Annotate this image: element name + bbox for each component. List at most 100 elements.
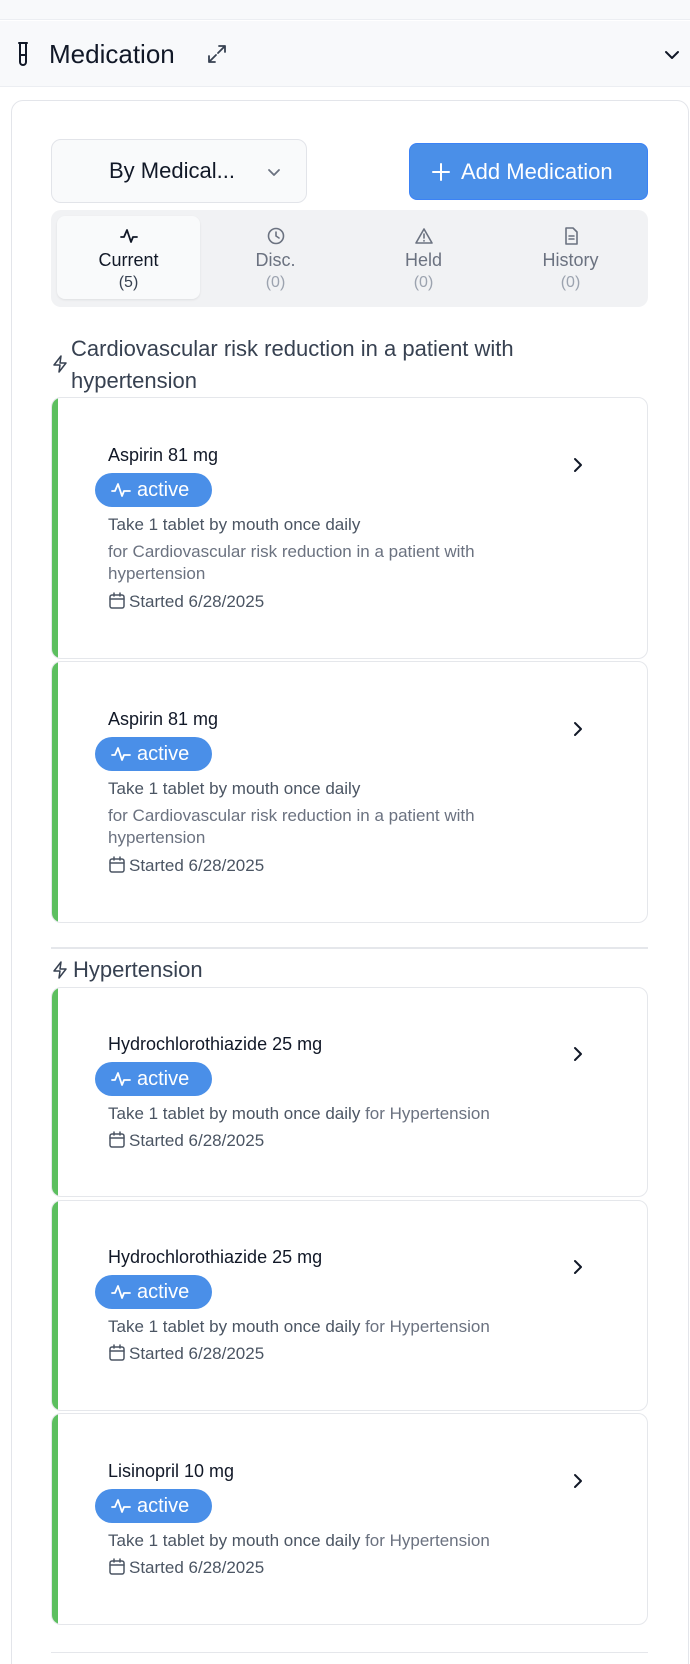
group-title-line: Cardiovascular risk reduction in a patie… bbox=[71, 336, 514, 361]
instruction: Take 1 tablet by mouth once daily for Hy… bbox=[108, 1316, 490, 1338]
tab-label: History bbox=[542, 250, 599, 270]
tab-discontinued[interactable]: Disc. (0) bbox=[204, 216, 347, 299]
group-heading: Cardiovascular risk reduction in a patie… bbox=[51, 333, 648, 399]
status-bar bbox=[52, 988, 58, 1196]
status-text: active bbox=[137, 1281, 190, 1303]
medication-name: Hydrochlorothiazide 25 mg bbox=[108, 1034, 323, 1054]
reason-line: hypertension bbox=[108, 828, 206, 847]
status-bar bbox=[52, 398, 58, 658]
bolt-icon bbox=[53, 961, 67, 979]
group-heading: Hypertension bbox=[51, 954, 648, 986]
group-by-label: By Medical... bbox=[109, 158, 235, 183]
section-title: Medication bbox=[49, 39, 175, 69]
status-bar bbox=[52, 662, 58, 922]
chevron-right-icon[interactable] bbox=[570, 456, 586, 474]
status-text: active bbox=[137, 479, 190, 501]
start-date: Started 6/28/2025 bbox=[108, 1557, 264, 1579]
tab-label: Held bbox=[404, 250, 443, 270]
tab-count: (5) bbox=[118, 274, 139, 291]
tab-count: (0) bbox=[413, 274, 434, 291]
reason-inline: for Hypertension bbox=[365, 1317, 490, 1336]
start-date-text: Started 6/28/2025 bbox=[129, 1131, 265, 1150]
chevron-right-icon[interactable] bbox=[570, 1045, 586, 1063]
medication-card[interactable]: Aspirin 81 mg active Take 1 tablet by mo… bbox=[51, 661, 648, 923]
medication-card[interactable]: Hydrochlorothiazide 25 mg active Take 1 … bbox=[51, 987, 648, 1197]
medication-card[interactable]: Lisinopril 10 mg active Take 1 tablet by… bbox=[51, 1413, 648, 1625]
medication-card[interactable]: Hydrochlorothiazide 25 mg active Take 1 … bbox=[51, 1200, 648, 1411]
section-header[interactable]: Medication bbox=[0, 21, 690, 87]
reason-inline: for Hypertension bbox=[365, 1104, 490, 1123]
status-text: active bbox=[137, 1495, 190, 1517]
status-badge: active bbox=[95, 1275, 212, 1309]
start-date-text: Started 6/28/2025 bbox=[129, 1558, 265, 1577]
tab-held[interactable]: Held (0) bbox=[352, 216, 495, 299]
tab-current[interactable]: Current (5) bbox=[57, 216, 200, 299]
chevron-right-icon[interactable] bbox=[570, 1258, 586, 1276]
instruction: Take 1 tablet by mouth once daily for Hy… bbox=[108, 1530, 490, 1552]
start-date: Started 6/28/2025 bbox=[108, 1343, 264, 1365]
activity-icon bbox=[120, 229, 138, 243]
calendar-icon bbox=[109, 1131, 125, 1148]
tab-count: (0) bbox=[560, 274, 581, 291]
status-badge: active bbox=[95, 473, 212, 507]
reason-line: for Cardiovascular risk reduction in a p… bbox=[108, 806, 475, 825]
start-date: Started 6/28/2025 bbox=[108, 591, 264, 613]
chevron-down-icon bbox=[268, 169, 280, 176]
instruction: Take 1 tablet by mouth once daily bbox=[108, 515, 361, 534]
status-text: active bbox=[137, 743, 190, 765]
chevron-right-icon[interactable] bbox=[570, 720, 586, 738]
status-badge: active bbox=[95, 1062, 212, 1096]
status-bar bbox=[52, 1414, 58, 1624]
instruction: Take 1 tablet by mouth once daily for Hy… bbox=[108, 1103, 490, 1125]
tab-label: Current bbox=[98, 250, 159, 270]
add-medication-label: Add Medication bbox=[461, 159, 613, 184]
calendar-icon bbox=[109, 1558, 125, 1575]
list-end-divider bbox=[51, 1652, 648, 1653]
status-tabs: Current (5) Disc. (0) Held (0) History (… bbox=[51, 210, 648, 307]
status-text: active bbox=[137, 1068, 190, 1090]
document-icon bbox=[565, 227, 578, 245]
start-date-text: Started 6/28/2025 bbox=[129, 1344, 265, 1363]
medication-name: Aspirin 81 mg bbox=[108, 709, 219, 729]
activity-icon bbox=[111, 1072, 131, 1086]
activity-icon bbox=[111, 1285, 131, 1299]
reason-inline: for Hypertension bbox=[365, 1531, 490, 1550]
group-by-select[interactable]: By Medical... bbox=[51, 139, 307, 203]
status-bar bbox=[52, 1201, 58, 1410]
medication-card[interactable]: Aspirin 81 mg active Take 1 tablet by mo… bbox=[51, 397, 648, 659]
bolt-icon bbox=[53, 355, 67, 373]
warning-icon bbox=[415, 228, 433, 244]
activity-icon bbox=[111, 483, 131, 497]
status-badge: active bbox=[95, 737, 212, 771]
plus-icon bbox=[432, 163, 450, 181]
tab-count: (0) bbox=[265, 274, 286, 291]
add-medication-button[interactable]: Add Medication bbox=[409, 143, 648, 200]
activity-icon bbox=[111, 1499, 131, 1513]
group-divider bbox=[51, 947, 648, 949]
calendar-icon bbox=[109, 592, 125, 609]
tab-label: Disc. bbox=[255, 250, 296, 270]
instruction-text: Take 1 tablet by mouth once daily bbox=[108, 1104, 361, 1123]
group-title-line: Hypertension bbox=[73, 957, 203, 982]
flask-icon bbox=[18, 42, 28, 66]
calendar-icon bbox=[109, 1344, 125, 1361]
instruction-text: Take 1 tablet by mouth once daily bbox=[108, 1317, 361, 1336]
calendar-icon bbox=[109, 856, 125, 873]
chevron-down-icon[interactable] bbox=[662, 45, 682, 65]
reason-line: for Cardiovascular risk reduction in a p… bbox=[108, 542, 475, 561]
medication-name: Aspirin 81 mg bbox=[108, 445, 219, 465]
top-strip bbox=[0, 0, 690, 20]
start-date: Started 6/28/2025 bbox=[108, 1130, 264, 1152]
expand-icon[interactable] bbox=[206, 43, 228, 65]
chevron-right-icon[interactable] bbox=[570, 1472, 586, 1490]
start-date-text: Started 6/28/2025 bbox=[129, 592, 265, 611]
instruction-text: Take 1 tablet by mouth once daily bbox=[108, 1531, 361, 1550]
medication-name: Lisinopril 10 mg bbox=[108, 1461, 235, 1481]
tab-history[interactable]: History (0) bbox=[499, 216, 642, 299]
instruction: Take 1 tablet by mouth once daily bbox=[108, 779, 361, 798]
start-date: Started 6/28/2025 bbox=[108, 855, 264, 877]
status-badge: active bbox=[95, 1489, 212, 1523]
activity-icon bbox=[111, 747, 131, 761]
group-title-line: hypertension bbox=[71, 368, 197, 393]
medication-name: Hydrochlorothiazide 25 mg bbox=[108, 1247, 323, 1267]
